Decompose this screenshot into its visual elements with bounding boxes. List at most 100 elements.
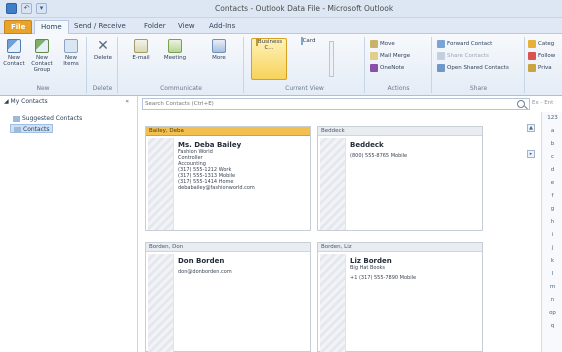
business-card-view-button[interactable]: Business C... [251,38,287,80]
move-icon [370,39,378,48]
group-label-delete: Delete [92,85,113,92]
card-file-as: Beddeck [318,127,482,136]
open-shared-contacts-button[interactable]: Open Shared Contacts [437,63,509,74]
nav-header-label: My Contacts [10,98,48,105]
onenote-button[interactable]: OneNote [370,63,404,74]
card-view-button[interactable]: Card [293,37,323,80]
nav-header[interactable]: ◢ My Contacts [0,96,138,108]
mail-merge-icon [370,51,378,60]
ribbon-group-delete: ✕ Delete Delete [88,37,118,93]
categorize-label: Categ [538,41,555,47]
card-photo-placeholder [148,138,174,230]
move-label: Move [380,41,395,47]
tab-home[interactable]: Home [34,20,69,34]
alphabet-index: 123 a b c d e f g h i j k l m n op q [541,112,562,352]
email-button[interactable]: E-mail [129,39,153,61]
contact-card[interactable]: Bailey, Deba Ms. Deba Bailey Fashion Wor… [145,126,311,231]
share-contacts-button[interactable]: Share Contacts [437,51,489,62]
contacts-folder-icon [13,115,20,122]
alpha-index-item[interactable]: m [542,284,562,290]
scroll-page-button[interactable]: ▸ [527,150,535,158]
alpha-index-item[interactable]: c [542,154,562,160]
forward-contact-button[interactable]: Forward Contact [437,39,492,50]
nav-item-contacts[interactable]: Contacts [10,124,54,133]
undo-icon[interactable]: ↶ [21,3,32,14]
view-gallery-scroll[interactable] [329,41,334,77]
scroll-up-arrow[interactable]: ▲ [527,124,535,132]
follow-up-button[interactable]: Follow [528,51,555,62]
card-phone: (800) 555-8765 Mobile [350,153,408,159]
categorize-button[interactable]: Categ [528,39,554,50]
contact-card[interactable]: Beddeck Beddeck (800) 555-8765 Mobile [317,126,483,231]
search-scope[interactable]: Ex - Ent [532,100,553,106]
alpha-index-item[interactable]: b [542,141,562,147]
lock-icon [528,63,536,72]
tab-send-receive[interactable]: Send / Receive [68,20,132,34]
meeting-icon [168,39,182,53]
alpha-index-item[interactable]: h [542,219,562,225]
alpha-index-item[interactable]: e [542,180,562,186]
outlook-icon[interactable] [6,3,17,14]
contacts-folder-icon [14,126,21,133]
new-items-button[interactable]: New Items [59,39,83,67]
alpha-index-item[interactable]: i [542,232,562,238]
card-photo-placeholder [320,138,346,230]
group-label-current-view: Current View [285,85,324,92]
search-icon[interactable] [517,100,525,108]
tab-folder[interactable]: Folder [138,20,172,34]
move-button[interactable]: Move [370,39,395,50]
contact-card[interactable]: Borden, Don Don Borden don@donborden.com [145,242,311,352]
tab-file[interactable]: File [4,20,33,34]
alpha-index-item[interactable]: k [542,258,562,264]
mail-merge-label: Mail Merge [380,53,411,59]
follow-up-label: Follow [538,53,556,59]
delete-x-icon: ✕ [97,38,109,54]
card-body: Beddeck (800) 555-8765 Mobile [350,141,478,159]
new-contact-group-label: New Contact Group [31,55,53,73]
onenote-icon [370,63,378,72]
email-icon [134,39,148,53]
alpha-index-item[interactable]: q [542,323,562,329]
ribbon-group-actions: Move Mail Merge OneNote Actions [366,37,432,93]
alpha-index-item[interactable]: a [542,128,562,134]
nav-item-suggested-contacts[interactable]: Suggested Contacts [10,114,85,123]
mail-merge-button[interactable]: Mail Merge [370,51,410,62]
card-body: Don Borden don@donborden.com [178,257,306,275]
new-contact-button[interactable]: New Contact [2,39,26,67]
collapse-pane-icon[interactable]: « [125,98,129,105]
tab-add-ins[interactable]: Add-Ins [203,20,241,34]
navigation-pane: ◢ My Contacts « Suggested Contacts Conta… [0,96,138,352]
tab-view[interactable]: View [172,20,201,34]
ribbon-group-communicate: E-mail Meeting More Communicate [119,37,244,93]
alpha-index-item[interactable]: l [542,271,562,277]
alpha-index-item[interactable]: d [542,167,562,173]
search-input[interactable] [145,99,505,109]
forward-contact-icon [437,39,445,48]
contact-card[interactable]: Borden, Liz Liz Borden Big Hat Books +1 … [317,242,483,352]
delete-button[interactable]: ✕ Delete [91,39,115,61]
chevron-down-icon[interactable]: ▾ [36,3,47,14]
nav-item-label: Suggested Contacts [22,115,83,122]
meeting-button[interactable]: Meeting [163,39,187,61]
new-items-icon [64,39,78,53]
card-name: Liz Borden [350,257,392,265]
delete-label: Delete [93,55,113,61]
card-file-as: Bailey, Deba [146,127,310,136]
card-photo-placeholder [320,254,346,352]
private-button[interactable]: Priva [528,63,552,74]
ribbon: New Contact New Contact Group New Items … [0,34,562,96]
alpha-index-item[interactable]: f [542,193,562,199]
alpha-index-item[interactable]: j [542,245,562,251]
nav-item-label: Contacts [23,126,50,133]
card-email: don@donborden.com [178,269,232,275]
more-button[interactable]: More [207,39,231,61]
alpha-index-item[interactable]: op [542,310,562,316]
title-bar: ↶ ▾ Contacts - Outlook Data File - Micro… [0,0,562,18]
alpha-index-item[interactable]: g [542,206,562,212]
card-email: debabailey@fashionworld.com [178,185,255,191]
new-contact-group-button[interactable]: New Contact Group [30,39,54,73]
alpha-index-item[interactable]: 123 [542,115,562,121]
onenote-label: OneNote [380,65,405,71]
flag-icon [528,51,536,60]
alpha-index-item[interactable]: n [542,297,562,303]
